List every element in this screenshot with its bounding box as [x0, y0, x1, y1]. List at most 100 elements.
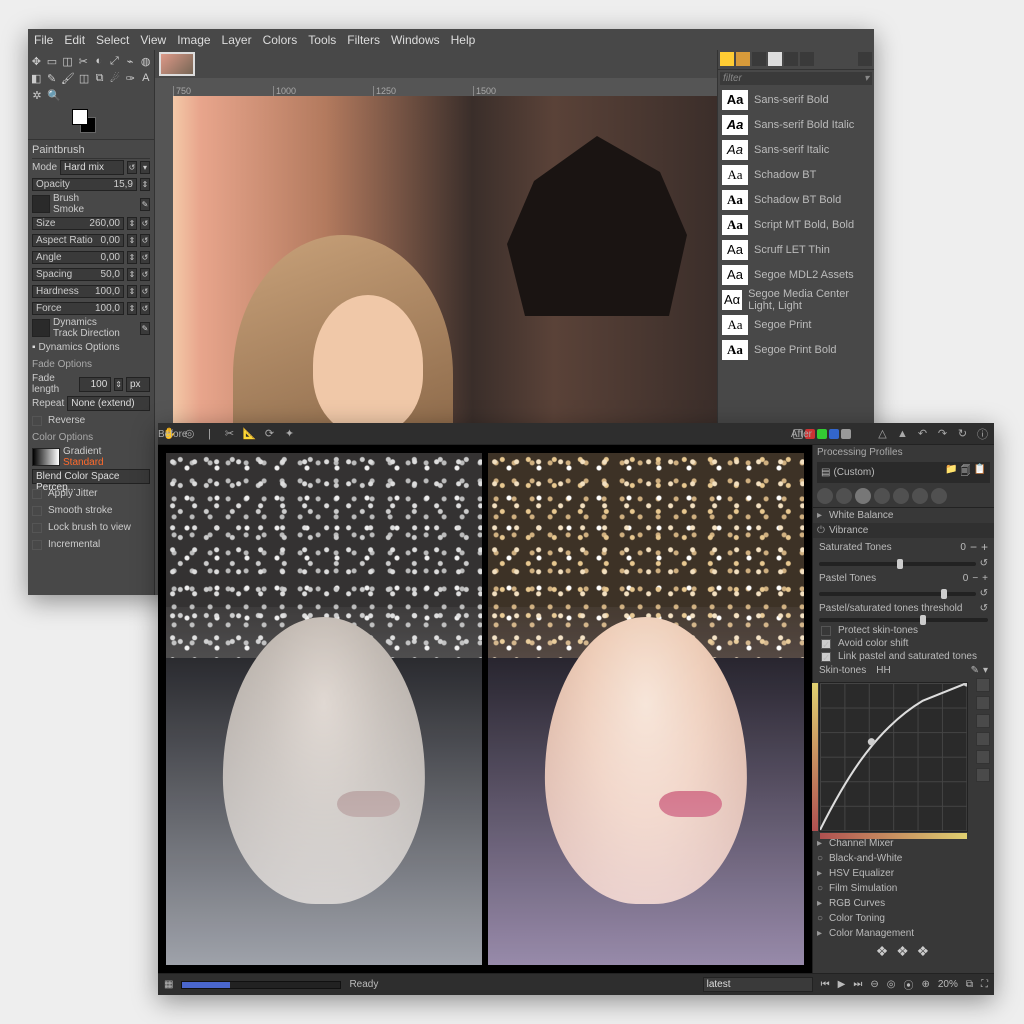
dock-tab-2[interactable]: [736, 52, 750, 66]
aspect-slider[interactable]: Aspect Ratio0,00: [32, 234, 124, 247]
channel-g-icon[interactable]: [817, 429, 827, 439]
zoom-fit-icon[interactable]: ◎: [887, 979, 896, 990]
color-picker-icon[interactable]: ✲: [30, 88, 44, 102]
eraser-tool-icon[interactable]: ◫: [78, 71, 90, 85]
tab-exposure-icon[interactable]: [817, 488, 833, 504]
rotate-icon[interactable]: ⟳: [262, 426, 277, 441]
curve-type-icon[interactable]: ✎: [971, 665, 979, 676]
undo-icon[interactable]: ↶: [915, 426, 930, 441]
apply-jitter-checkbox[interactable]: [32, 489, 42, 499]
snapshot-select[interactable]: latest: [703, 977, 813, 992]
tab-detail-icon[interactable]: [836, 488, 852, 504]
mode-reset-icon[interactable]: ↺: [127, 161, 137, 174]
prev-image-icon[interactable]: ⏮: [821, 979, 830, 990]
curve-paste-icon[interactable]: [976, 732, 990, 746]
menu-view[interactable]: View: [140, 33, 166, 47]
profile-name[interactable]: (Custom): [833, 467, 874, 478]
spacing-stepper[interactable]: ⇕: [127, 268, 137, 281]
avoid-shift-checkbox[interactable]: ✓: [821, 639, 831, 649]
font-item[interactable]: AαSegoe Media Center Light, Light: [718, 287, 874, 312]
smudge-tool-icon[interactable]: ☄: [109, 71, 121, 85]
menu-edit[interactable]: Edit: [64, 33, 85, 47]
dock-tab-4[interactable]: [768, 52, 782, 66]
profile-save-icon[interactable]: ▤: [821, 467, 830, 478]
menu-file[interactable]: File: [34, 33, 53, 47]
menu-colors[interactable]: Colors: [263, 33, 298, 47]
font-item[interactable]: AaSchadow BT Bold: [718, 187, 874, 212]
clip-shadow-icon[interactable]: △: [875, 426, 890, 441]
link-pastel-checkbox[interactable]: ✓: [821, 652, 831, 662]
font-item[interactable]: AaSans-serif Italic: [718, 137, 874, 162]
reset-icon[interactable]: ↺: [980, 603, 988, 614]
vibrance-section[interactable]: Vibrance: [829, 525, 868, 536]
tab-raw-icon[interactable]: [912, 488, 928, 504]
white-balance-section[interactable]: White Balance: [829, 510, 893, 521]
bucket-fill-icon[interactable]: ◍: [139, 54, 152, 68]
preview-area[interactable]: Before After: [158, 445, 812, 973]
clone-tool-icon[interactable]: ⧉: [93, 71, 105, 85]
opacity-stepper[interactable]: ⇕: [140, 178, 150, 191]
force-slider[interactable]: Force100,0: [32, 302, 124, 315]
dock-menu-icon[interactable]: [858, 52, 872, 66]
menu-layer[interactable]: Layer: [222, 33, 252, 47]
channel-b-icon[interactable]: [829, 429, 839, 439]
curve-linear-icon[interactable]: [976, 678, 990, 692]
info-icon[interactable]: ⓘ: [975, 426, 990, 441]
crop-icon[interactable]: ✂: [222, 426, 237, 441]
hsv-section[interactable]: HSV Equalizer: [829, 868, 894, 879]
profile-load-icon[interactable]: 📁: [945, 464, 957, 481]
menu-filters[interactable]: Filters: [347, 33, 380, 47]
curve-copy-icon[interactable]: [976, 714, 990, 728]
font-item[interactable]: AaScript MT Bold, Bold: [718, 212, 874, 237]
brush-preview-swatch[interactable]: [32, 195, 50, 213]
dynamics-edit-icon[interactable]: ✎: [140, 322, 150, 335]
tab-advanced-icon[interactable]: [874, 488, 890, 504]
warp-tool-icon[interactable]: ⌁: [124, 54, 137, 68]
film-sim-section[interactable]: Film Simulation: [829, 883, 897, 894]
menu-tools[interactable]: Tools: [308, 33, 336, 47]
curve-save-icon[interactable]: [976, 750, 990, 764]
hardness-stepper[interactable]: ⇕: [127, 285, 137, 298]
sync-icon[interactable]: ↻: [955, 426, 970, 441]
menu-help[interactable]: Help: [451, 33, 476, 47]
fullscreen-icon[interactable]: ⛶: [981, 979, 988, 990]
skin-tones-curve[interactable]: [819, 682, 968, 832]
color-mgmt-section[interactable]: Color Management: [829, 928, 914, 939]
curve-reset-icon[interactable]: [976, 768, 990, 782]
dock-tab-5[interactable]: [784, 52, 798, 66]
spacing-reset-icon[interactable]: ↺: [140, 268, 150, 281]
size-slider[interactable]: Size260,00: [32, 217, 124, 230]
font-item[interactable]: AaSegoe MDL2 Assets: [718, 262, 874, 287]
smooth-stroke-checkbox[interactable]: [32, 506, 42, 516]
mode-menu-icon[interactable]: ▾: [140, 161, 150, 174]
play-icon[interactable]: ▶: [838, 979, 846, 990]
zoom-out-icon[interactable]: ⊖: [870, 979, 878, 990]
gradient-swatch[interactable]: [32, 448, 60, 466]
dynamics-swatch[interactable]: [32, 319, 50, 337]
mode-select[interactable]: Hard mix: [60, 160, 124, 175]
rect-select-icon[interactable]: ▭: [46, 54, 59, 68]
angle-stepper[interactable]: ⇕: [127, 251, 137, 264]
spacing-slider[interactable]: Spacing50,0: [32, 268, 124, 281]
font-item[interactable]: AaSchadow BT: [718, 162, 874, 187]
size-reset-icon[interactable]: ↺: [140, 217, 150, 230]
force-reset-icon[interactable]: ↺: [140, 302, 150, 315]
tab-meta-icon[interactable]: [931, 488, 947, 504]
incremental-checkbox[interactable]: [32, 540, 42, 550]
paintbrush-tool-icon[interactable]: 🖌: [61, 71, 75, 85]
opacity-slider[interactable]: Opacity15,9: [32, 178, 137, 191]
pastel-tones-slider[interactable]: [819, 592, 976, 596]
menu-select[interactable]: Select: [96, 33, 129, 47]
curve-menu-icon[interactable]: ▾: [983, 665, 988, 676]
power-icon[interactable]: ⏻: [817, 525, 825, 536]
dock-tab-1[interactable]: [720, 52, 734, 66]
channel-mixer-section[interactable]: Channel Mixer: [829, 838, 893, 849]
threshold-slider[interactable]: [819, 618, 988, 622]
blend-color-select[interactable]: Blend Color Space Percep...: [32, 469, 150, 484]
fade-unit-select[interactable]: px: [126, 377, 150, 392]
reverse-checkbox[interactable]: [32, 416, 42, 426]
move-tool-icon[interactable]: ✥: [30, 54, 43, 68]
dynamics-options-expander[interactable]: Dynamics Options: [39, 342, 120, 353]
spot-icon[interactable]: ✦: [282, 426, 297, 441]
reset-icon[interactable]: ↺: [980, 558, 988, 569]
